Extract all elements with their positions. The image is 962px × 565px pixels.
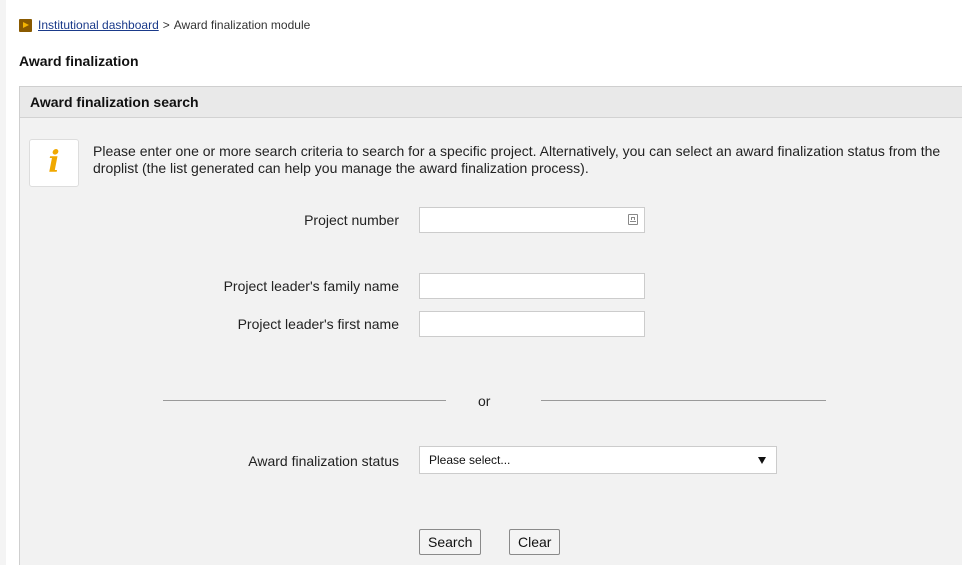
- search-button[interactable]: Search: [419, 529, 482, 555]
- family-name-input[interactable]: [419, 273, 645, 299]
- panel-header: Award finalization search: [20, 87, 962, 118]
- divider-line-right: [541, 400, 826, 401]
- status-select[interactable]: Please select...: [419, 446, 777, 474]
- chevron-down-icon: [758, 457, 766, 464]
- info-glyph: i: [48, 145, 60, 180]
- status-select-value: Please select...: [429, 453, 511, 467]
- clear-button[interactable]: Clear: [509, 529, 561, 555]
- first-name-input[interactable]: [419, 311, 645, 337]
- project-number-input[interactable]: [419, 207, 645, 233]
- page-title: Award finalization: [19, 53, 139, 69]
- breadcrumb-link-institutional-dashboard[interactable]: Institutional dashboard: [38, 18, 159, 32]
- info-icon: i: [29, 139, 79, 187]
- divider-line-left: [163, 400, 446, 401]
- or-text: or: [478, 393, 491, 409]
- first-name-label: Project leader's first name: [237, 316, 399, 332]
- info-text: Please enter one or more search criteria…: [93, 143, 941, 176]
- search-panel: Award finalization search i Please enter…: [19, 86, 962, 565]
- breadcrumb: Institutional dashboard > Award finaliza…: [19, 17, 310, 33]
- breadcrumb-arrow-icon: [19, 18, 32, 32]
- family-name-label: Project leader's family name: [223, 278, 399, 294]
- page: Institutional dashboard > Award finaliza…: [0, 0, 962, 565]
- input-helper-icon[interactable]: [628, 214, 638, 225]
- project-number-label: Project number: [304, 212, 399, 228]
- status-label: Award finalization status: [248, 453, 399, 469]
- left-margin: [0, 0, 6, 565]
- breadcrumb-current: Award finalization module: [173, 18, 311, 32]
- breadcrumb-separator: >: [162, 18, 170, 32]
